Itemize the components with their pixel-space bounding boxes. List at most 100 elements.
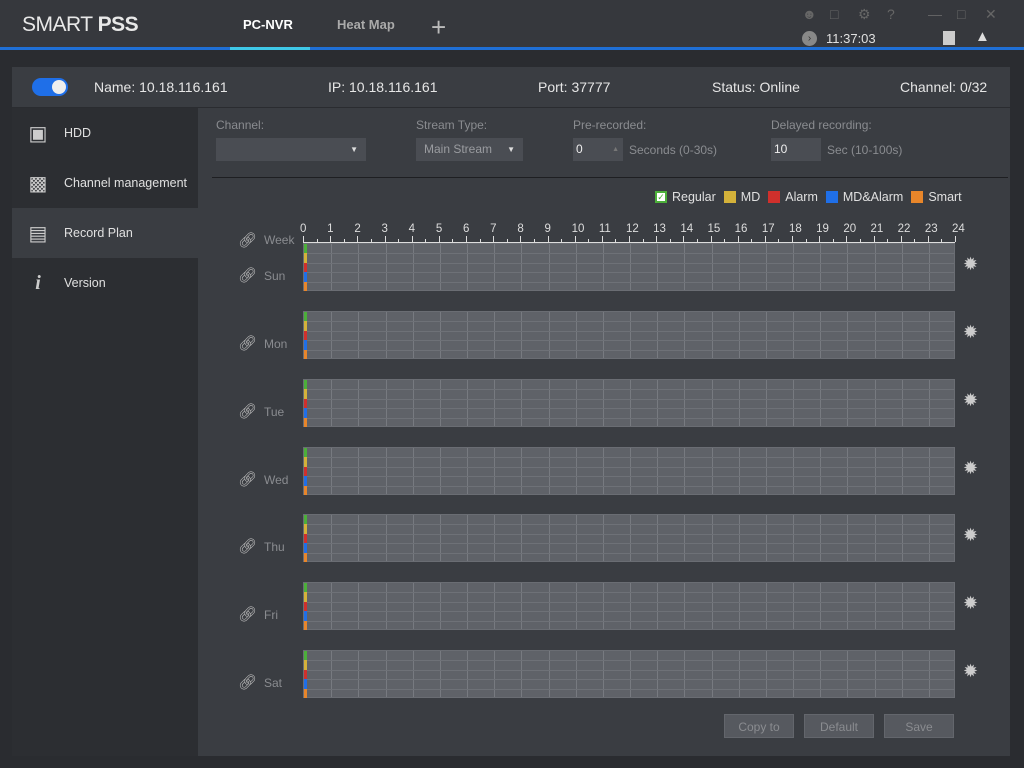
tab-heat-map[interactable]: Heat Map	[337, 17, 395, 32]
hour-tick	[506, 239, 508, 242]
record-type-strip	[304, 660, 307, 670]
record-type-strip	[304, 340, 307, 350]
hour-tick	[425, 239, 427, 242]
record-type-strip	[304, 262, 307, 273]
sidebar-item-channel-management[interactable]: ▩ Channel management	[12, 158, 198, 208]
day-settings-gear-icon[interactable]: ✹	[963, 525, 978, 546]
week-label: Week	[264, 233, 295, 247]
hour-tick	[724, 239, 726, 242]
stream-type-label: Stream Type:	[416, 118, 488, 132]
channel-select[interactable]: ▼	[216, 138, 366, 161]
settings-icon[interactable]: ⚙	[858, 6, 871, 23]
week-link-icon[interactable]: 🔗︎	[238, 231, 257, 249]
schedule-grid-tue[interactable]	[303, 379, 955, 427]
sidebar: ▣ HDD ▩ Channel management ▤ Record Plan iV…	[12, 108, 198, 756]
alarm-swatch[interactable]	[768, 191, 781, 203]
day-settings-gear-icon[interactable]: ✹	[963, 661, 978, 682]
hour-tick	[887, 239, 889, 242]
hour-tick	[846, 236, 848, 242]
hour-tick	[696, 239, 698, 242]
info-icon: i	[35, 271, 41, 294]
minimize-icon[interactable]: —	[928, 6, 942, 22]
schedule-grid-fri[interactable]	[303, 582, 955, 630]
clock-time: 11:37:03	[826, 31, 876, 46]
day-link-icon[interactable]: 🔗︎	[238, 266, 257, 284]
schedule-grid-sat[interactable]	[303, 650, 955, 698]
hour-label: 6	[463, 223, 470, 235]
save-button[interactable]: Save	[884, 714, 954, 738]
day-settings-gear-icon[interactable]: ✹	[963, 322, 978, 343]
hour-label: 2	[354, 223, 361, 235]
schedule-grid-mon[interactable]	[303, 311, 955, 359]
clipboard-icon: ▤	[28, 222, 48, 245]
day-link-icon[interactable]: 🔗︎	[238, 605, 257, 623]
day-link-icon[interactable]: 🔗︎	[238, 470, 257, 488]
hour-tick	[737, 236, 739, 242]
hour-tick	[479, 239, 481, 242]
close-icon[interactable]: ✕	[985, 6, 997, 23]
schedule-grid-wed[interactable]	[303, 447, 955, 495]
hour-tick	[561, 239, 563, 242]
md-alarm-swatch[interactable]	[825, 191, 838, 203]
day-link-icon[interactable]: 🔗︎	[238, 402, 257, 420]
bell-icon[interactable]: ▲	[975, 28, 990, 45]
md-swatch[interactable]	[723, 191, 736, 203]
hour-label: 19	[816, 223, 829, 235]
hour-tick	[955, 236, 956, 242]
hour-label: 24	[952, 223, 965, 235]
hour-tick	[384, 236, 386, 242]
schedule-grid-thu[interactable]	[303, 514, 955, 562]
tab-pc-nvr[interactable]: PC-NVR	[243, 17, 293, 32]
day-label: Fri	[264, 608, 278, 622]
smart-swatch[interactable]	[911, 191, 924, 203]
hour-tick	[343, 239, 345, 242]
help-icon[interactable]: ?	[887, 6, 895, 22]
copy-to-button[interactable]: Copy to	[724, 714, 794, 738]
device-status: Status: Online	[712, 79, 800, 95]
lock-icon[interactable]: □	[830, 6, 838, 22]
day-link-icon[interactable]: 🔗︎	[238, 673, 257, 691]
device-channel: Channel: 0/32	[900, 79, 988, 95]
delayed-recording-hint: Sec (10-100s)	[827, 143, 903, 157]
chip-icon[interactable]	[943, 31, 955, 45]
hour-label: 12	[626, 223, 639, 235]
record-type-strip	[304, 611, 307, 621]
hour-tick	[832, 239, 834, 242]
record-type-strip	[304, 408, 307, 418]
schedule-grid-sun[interactable]	[303, 243, 955, 291]
record-type-strip	[304, 398, 307, 409]
hour-label: 16	[734, 223, 748, 235]
day-link-icon[interactable]: 🔗︎	[238, 537, 257, 555]
regular-checkbox[interactable]: ✓	[655, 191, 667, 203]
delayed-recording-spinner[interactable]: 10	[771, 138, 821, 161]
delayed-recording-label: Delayed recording:	[771, 118, 872, 132]
record-type-strip	[304, 533, 307, 544]
day-settings-gear-icon[interactable]: ✹	[963, 458, 978, 479]
device-enable-toggle[interactable]	[32, 78, 68, 96]
hour-tick	[411, 236, 413, 242]
day-settings-gear-icon[interactable]: ✹	[963, 390, 978, 411]
sidebar-item-record-plan[interactable]: ▤ Record Plan	[12, 208, 198, 258]
pre-recorded-spinner[interactable]: 0 ▲	[573, 138, 623, 161]
add-tab-button[interactable]: +	[431, 12, 446, 43]
day-link-icon[interactable]: 🔗︎	[238, 334, 257, 352]
day-settings-gear-icon[interactable]: ✹	[963, 593, 978, 614]
app-logo: SMART PSS	[22, 13, 139, 36]
device-ip: IP: 10.18.116.161	[328, 79, 438, 95]
hour-label: 14	[680, 223, 694, 235]
record-type-strip	[304, 524, 307, 534]
sidebar-item-version[interactable]: i Version	[12, 258, 198, 308]
hour-tick	[927, 236, 929, 242]
hour-tick	[683, 236, 685, 242]
record-type-strip	[304, 476, 307, 486]
stream-type-select[interactable]: Main Stream ▼	[416, 138, 523, 161]
maximize-icon[interactable]: □	[957, 6, 965, 22]
sidebar-item-hdd[interactable]: ▣ HDD	[12, 108, 198, 158]
hour-tick	[615, 239, 617, 242]
record-type-strip	[304, 515, 307, 525]
record-type-strip	[304, 679, 307, 689]
day-settings-gear-icon[interactable]: ✹	[963, 254, 978, 275]
default-button[interactable]: Default	[804, 714, 874, 738]
user-icon[interactable]: ☻	[802, 6, 817, 22]
hour-tick	[588, 239, 590, 242]
